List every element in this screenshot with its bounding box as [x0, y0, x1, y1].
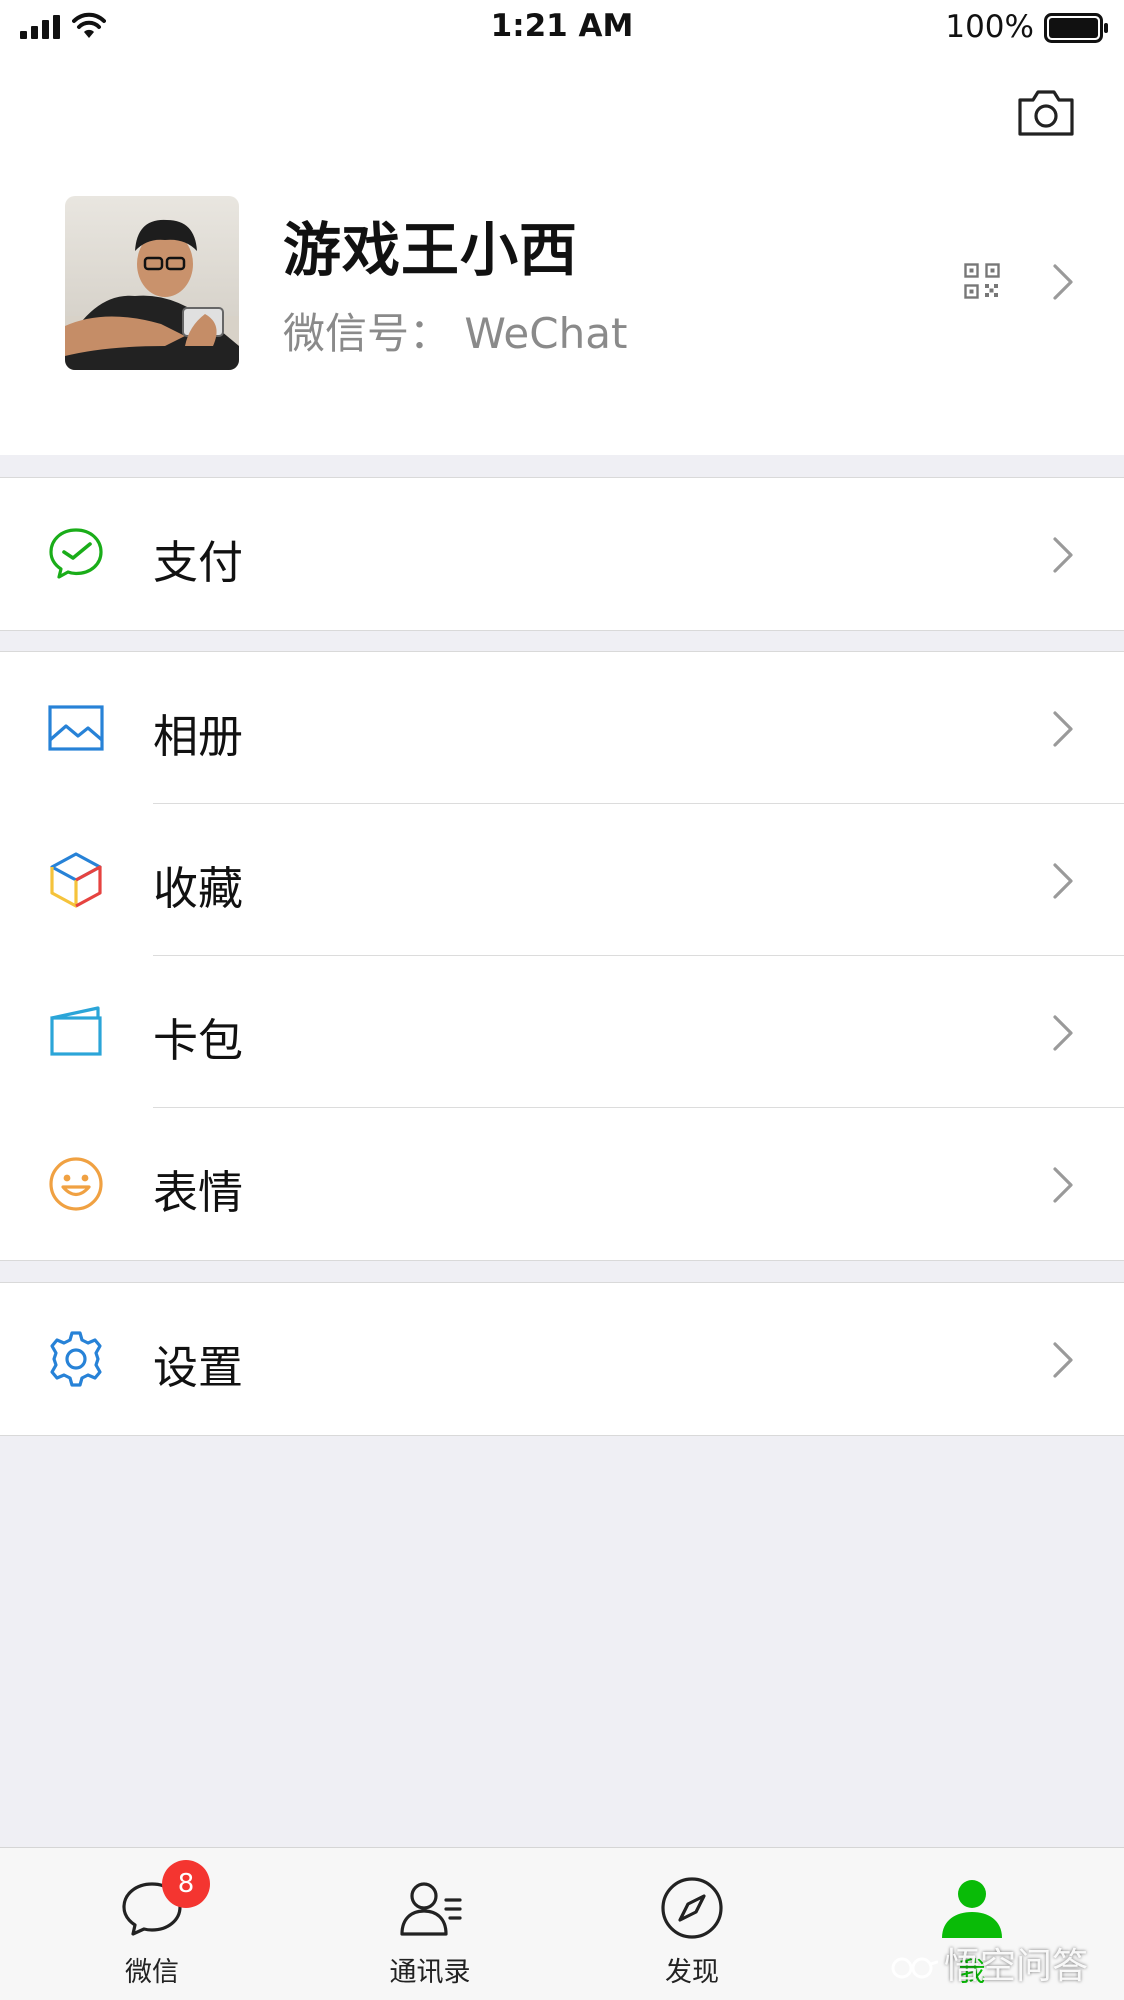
chevron-right-icon [1053, 264, 1073, 300]
watermark-logo-icon [891, 1957, 939, 1979]
status-bar: 1:21 AM 100% [0, 0, 1124, 55]
profile-name: 游戏王小西 [283, 216, 579, 284]
gear-icon [50, 1331, 102, 1387]
menu-item-favorites[interactable]: 收藏 [0, 804, 1124, 956]
menu-label-cards: 卡包 [153, 1014, 244, 1067]
menu-item-settings[interactable]: 设置 [0, 1283, 1124, 1435]
card-wallet-icon [50, 1006, 102, 1056]
menu-item-pay[interactable]: 支付 [0, 478, 1124, 630]
menu-label-album: 相册 [153, 710, 244, 763]
wechat-id: 微信号： WeChat [283, 309, 628, 358]
menu-label-favorites: 收藏 [153, 862, 244, 915]
menu-label-stickers: 表情 [153, 1166, 244, 1219]
chevron-right-icon [1053, 1015, 1073, 1051]
album-icon [48, 705, 104, 751]
chevron-right-icon [1053, 537, 1073, 573]
battery-percentage: 100% [945, 9, 1034, 45]
menu-group-pay: 支付 [0, 477, 1124, 631]
tab-label-contacts: 通讯录 [389, 1957, 471, 1988]
compass-icon [661, 1877, 723, 1939]
menu-group-main: 相册 收藏 卡包 表情 [0, 651, 1124, 1261]
tab-chats[interactable]: 8 微信 [52, 1848, 252, 2000]
tab-label-discover: 发现 [665, 1957, 719, 1988]
qr-code-icon[interactable] [964, 263, 1000, 299]
profile-header[interactable]: 游戏王小西 微信号： WeChat [0, 55, 1124, 455]
chevron-right-icon [1053, 711, 1073, 747]
menu-item-cards[interactable]: 卡包 [0, 956, 1124, 1108]
smiley-face-icon [49, 1157, 103, 1211]
menu-label-pay: 支付 [153, 536, 244, 589]
chevron-right-icon [1053, 1167, 1073, 1203]
watermark: 悟空问答 [890, 1937, 1089, 1987]
contacts-icon [400, 1882, 462, 1936]
chevron-right-icon [1053, 1342, 1073, 1378]
watermark-text: 悟空问答 [944, 1946, 1089, 1987]
avatar[interactable] [65, 196, 239, 370]
tab-discover[interactable]: 发现 [592, 1848, 792, 2000]
unread-badge: 8 [162, 1860, 210, 1908]
chevron-right-icon [1053, 863, 1073, 899]
camera-icon[interactable] [1016, 88, 1076, 138]
person-icon [942, 1880, 1002, 1938]
wallet-check-icon [49, 528, 103, 579]
menu-group-settings: 设置 [0, 1282, 1124, 1436]
menu-item-album[interactable]: 相册 [0, 652, 1124, 804]
favorites-cube-icon [50, 852, 102, 908]
tab-contacts[interactable]: 通讯录 [330, 1848, 530, 2000]
tab-label-chats: 微信 [125, 1957, 179, 1988]
menu-label-settings: 设置 [153, 1341, 244, 1394]
menu-item-stickers[interactable]: 表情 [0, 1108, 1124, 1260]
battery-icon [1044, 13, 1108, 43]
